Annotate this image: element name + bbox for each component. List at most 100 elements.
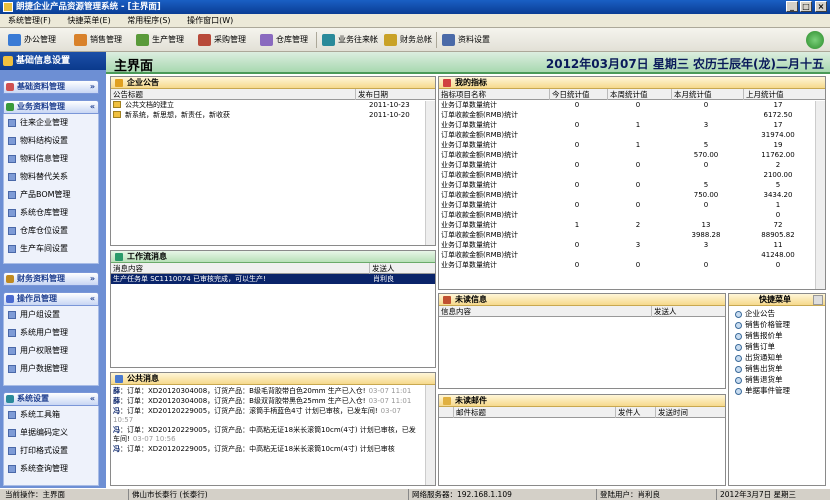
sidebar-panel-business: 往来企业管理 物料结构设置 物料信息管理 物料替代关系 产品BOM管理 系统仓库… — [3, 114, 99, 264]
message-item[interactable]: 冯：订单：XD20120229005，订货产品：滚筒手柄蓝色4寸 计划已审核，已… — [113, 407, 421, 425]
quick-menu-item[interactable]: 销售退货单 — [729, 374, 825, 385]
item-icon — [8, 173, 16, 181]
minimize-button[interactable]: _ — [786, 1, 798, 12]
purchase-icon — [198, 34, 211, 46]
sidebar-item-user-groups[interactable]: 用户组设置 — [4, 306, 98, 324]
table-cell: 业务订单数量统计 — [441, 221, 497, 229]
sidebar-item-print-format[interactable]: 打印格式设置 — [4, 442, 98, 460]
sidebar-item-warehouse[interactable]: 系统仓库管理 — [4, 204, 98, 222]
message-item[interactable]: 薛：订单：XD20120304008，订货产品：B级双背胶带黑色25mm 生产已… — [113, 397, 421, 406]
table-cell: 0 — [574, 141, 580, 149]
table-row[interactable]: 业务订单数量统计 0 0 0 17 — [439, 100, 825, 110]
warehouse-icon — [260, 34, 273, 46]
message-sender: 冯 — [113, 407, 120, 415]
metrics-scrollbar[interactable] — [815, 101, 825, 289]
public-messages-scrollbar[interactable] — [425, 385, 435, 485]
quick-menu-item[interactable]: 销售订单 — [729, 341, 825, 352]
announcements-scrollbar[interactable] — [425, 101, 435, 245]
message-sender: 冯 — [113, 445, 120, 453]
close-button[interactable]: × — [815, 1, 827, 12]
sidebar-item-query[interactable]: 系统查询管理 — [4, 460, 98, 478]
menu-system[interactable]: 系统管理(F) — [2, 14, 57, 28]
table-row[interactable]: 订单收款金额(RMB)统计 3988.28 88905.82 — [439, 230, 825, 240]
table-row[interactable]: 业务订单数量统计 0 3 3 11 — [439, 240, 825, 250]
sidebar-section-basic[interactable]: 基础资料管理» — [3, 80, 99, 94]
item-icon — [8, 209, 16, 217]
sidebar-item-location[interactable]: 仓库仓位设置 — [4, 222, 98, 240]
table-row[interactable]: 生产任务单 SC1110074 已审核完成，可以生产! 肖利良 — [111, 274, 435, 284]
table-row[interactable]: 公共文档的建立 2011-10-23 — [111, 100, 435, 110]
quick-menu-item[interactable]: 企业公告 — [729, 308, 825, 319]
toolbar-production-button[interactable]: 生产管理 — [134, 31, 184, 49]
announcements-header: 企业公告 — [111, 77, 435, 89]
message-text: ：订单：XD20120229005，订货产品：滚筒手柄蓝色4寸 计划已审核，已发… — [120, 407, 378, 415]
table-row[interactable]: 订单收款金额(RMB)统计 2100.00 — [439, 170, 825, 180]
toolbar-warehouse-button[interactable]: 仓库管理 — [258, 31, 308, 49]
sidebar-section-finance[interactable]: 财务资料管理» — [3, 272, 99, 286]
table-row[interactable]: 业务订单数量统计 0 0 0 0 — [439, 260, 825, 270]
menu-shortcut[interactable]: 快捷菜单(E) — [61, 14, 116, 28]
quick-menu-item[interactable]: 销售报价单 — [729, 330, 825, 341]
item-icon — [8, 329, 16, 337]
sidebar-section-business[interactable]: 业务资料管理 « — [3, 100, 99, 114]
menu-window[interactable]: 操作窗口(W) — [181, 14, 239, 28]
toolbar-office-button[interactable]: 办公管理 — [6, 31, 56, 49]
quick-menu-item[interactable]: 销售出货单 — [729, 363, 825, 374]
message-sender: 薛 — [113, 387, 120, 395]
message-item[interactable]: 冯：订单：XD20120229005，订货产品：中高粘无证18米长滚筒10cm(… — [113, 445, 421, 454]
table-row[interactable]: 业务订单数量统计 0 0 0 1 — [439, 200, 825, 210]
table-row[interactable]: 业务订单数量统计 1 2 13 72 — [439, 220, 825, 230]
maximize-button[interactable]: □ — [800, 1, 812, 12]
table-cell: 6172.50 — [763, 111, 793, 119]
table-row[interactable]: 新系统，新思想，新责任，新收获 2011-10-20 — [111, 110, 435, 120]
sidebar-item-partners[interactable]: 往来企业管理 — [4, 114, 98, 132]
item-icon — [8, 311, 16, 319]
toolbar-ledger-button[interactable]: 财务总帐 — [382, 31, 432, 49]
message-item[interactable]: 薛：订单：XD20120304008，订货产品：B级毛背胶带白色20mm 生产已… — [113, 387, 421, 396]
sidebar-item-bom[interactable]: 产品BOM管理 — [4, 186, 98, 204]
sidebar-item-workshop[interactable]: 生产车间设置 — [4, 240, 98, 258]
toolbar-accounts-button[interactable]: 业务往来帐 — [320, 31, 378, 49]
sidebar-section-system[interactable]: 系统设置 « — [3, 392, 99, 406]
menu-programs[interactable]: 常用程序(S) — [121, 14, 176, 28]
table-row[interactable]: 订单收款金额(RMB)统计 31974.00 — [439, 130, 825, 140]
table-row[interactable]: 订单收款金额(RMB)统计 750.00 3434.20 — [439, 190, 825, 200]
section-icon — [6, 275, 14, 283]
table-row[interactable]: 业务订单数量统计 0 0 5 5 — [439, 180, 825, 190]
message-sender: 薛 — [113, 397, 120, 405]
quick-menu-item[interactable]: 销售价格管理 — [729, 319, 825, 330]
toolbar-data-settings-button[interactable]: 资料设置 — [440, 31, 490, 49]
title-bar: 朗捷企业产品资源管理系统 - [主界面] _ □ × — [0, 0, 830, 14]
table-row[interactable]: 业务订单数量统计 0 1 3 17 — [439, 120, 825, 130]
table-row[interactable]: 订单收款金额(RMB)统计 0 — [439, 210, 825, 220]
sidebar-item-material-structure[interactable]: 物料结构设置 — [4, 132, 98, 150]
sidebar-section-operators[interactable]: 操作员管理 « — [3, 292, 99, 306]
table-row[interactable]: 订单收款金额(RMB)统计 570.00 11762.00 — [439, 150, 825, 160]
table-row[interactable]: 订单收款金额(RMB)统计 6172.50 — [439, 110, 825, 120]
toolbar-sales-button[interactable]: 销售管理 — [72, 31, 122, 49]
sidebar-item-codes[interactable]: 单据编码定义 — [4, 424, 98, 442]
table-cell: 业务订单数量统计 — [441, 241, 497, 249]
toolbar-purchase-button[interactable]: 采购管理 — [196, 31, 246, 49]
metrics-table-header: 指标项目名称 今日统计值 本周统计值 本月统计值 上月统计值 — [439, 89, 825, 100]
quick-menu-item[interactable]: 单据事件管理 — [729, 385, 825, 396]
quick-menu-item[interactable]: 出货通知单 — [729, 352, 825, 363]
table-cell: 2 — [635, 221, 641, 229]
table-cell: 订单收款金额(RMB)统计 — [441, 251, 519, 259]
item-icon — [8, 191, 16, 199]
public-messages-panel: 公共消息 薛：订单：XD20120304008，订货产品：B级毛背胶带白色20m… — [110, 372, 436, 486]
data-settings-icon — [442, 34, 455, 46]
sidebar-item-user-data[interactable]: 用户数据管理 — [4, 360, 98, 378]
sidebar-item-toolbox[interactable]: 系统工具箱 — [4, 406, 98, 424]
message-item[interactable]: 冯：订单：XD20120229005，订货产品：中高粘无证18米长滚筒10cm(… — [113, 426, 421, 444]
table-row[interactable]: 订单收款金额(RMB)统计 41248.00 — [439, 250, 825, 260]
messages-icon — [115, 375, 123, 383]
table-row[interactable]: 业务订单数量统计 0 0 0 2 — [439, 160, 825, 170]
message-time: 03-07 11:01 — [368, 397, 412, 405]
sidebar-item-permissions[interactable]: 用户权限管理 — [4, 342, 98, 360]
table-row[interactable]: 业务订单数量统计 0 1 5 19 — [439, 140, 825, 150]
sidebar-item-users[interactable]: 系统用户管理 — [4, 324, 98, 342]
sidebar-item-material-info[interactable]: 物料信息管理 — [4, 150, 98, 168]
sidebar-item-material-substitute[interactable]: 物料替代关系 — [4, 168, 98, 186]
tools-icon[interactable] — [813, 295, 823, 305]
